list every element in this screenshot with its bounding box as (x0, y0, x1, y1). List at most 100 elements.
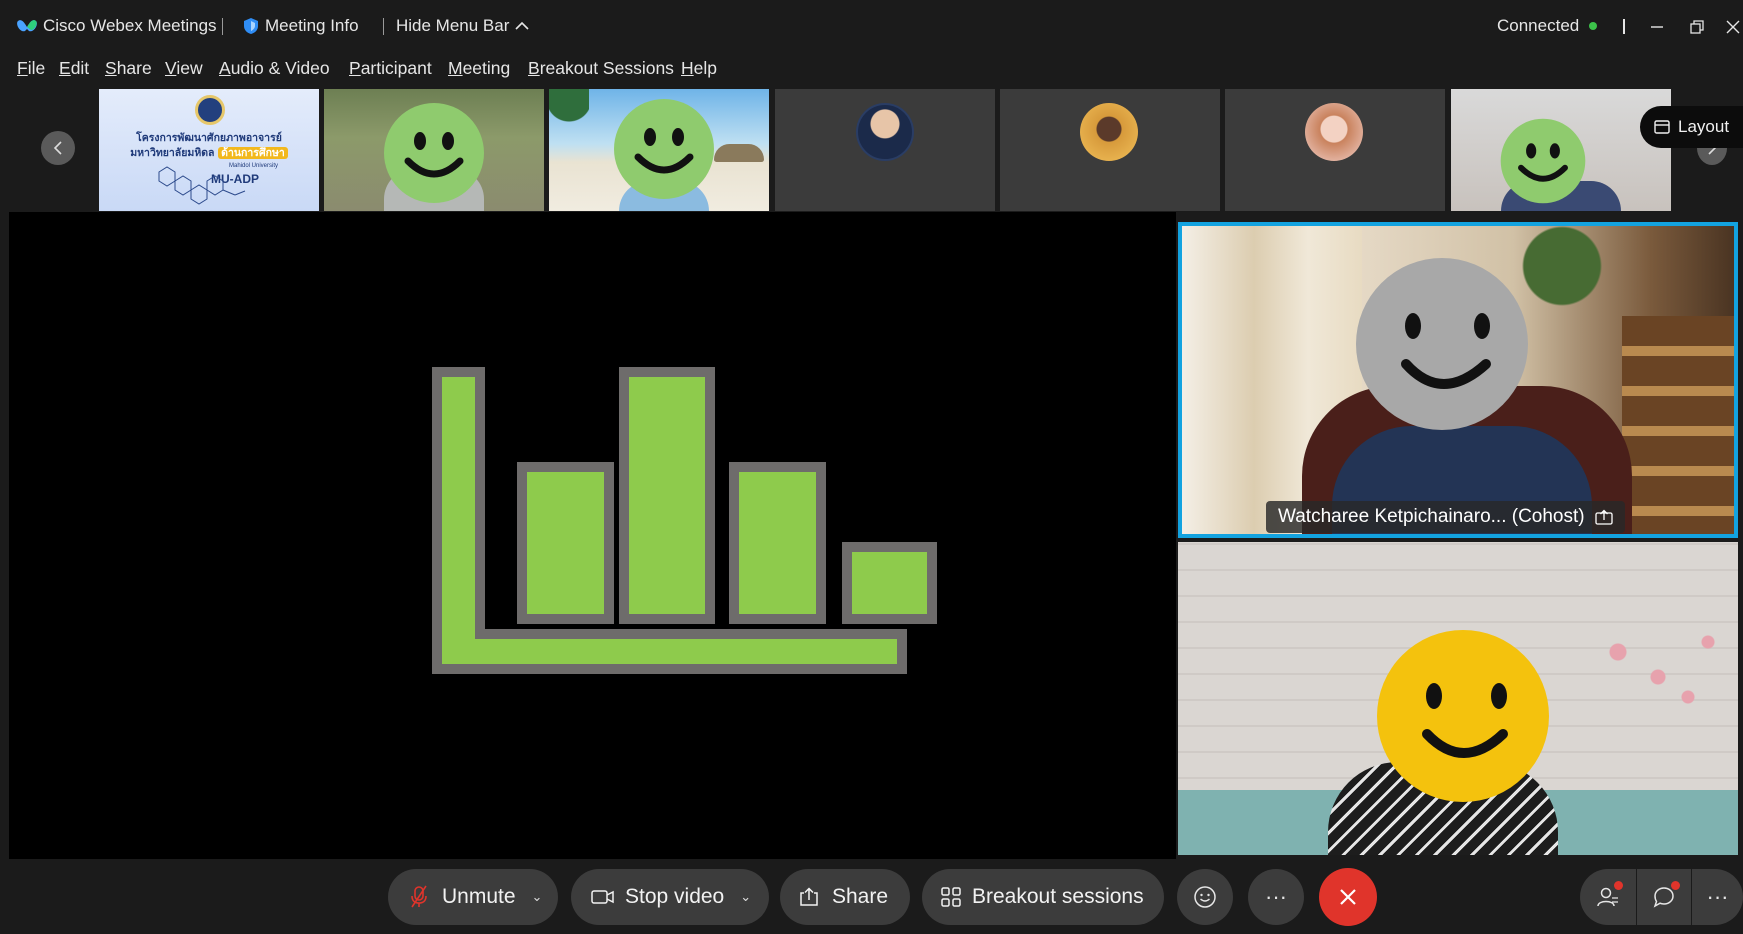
webex-app-title: Cisco Webex Meetings (16, 16, 217, 36)
menu-label: ile (27, 58, 46, 78)
breakout-sessions-button[interactable]: Breakout sessions (922, 869, 1164, 925)
menu-label: eeting (462, 58, 511, 78)
meeting-info-label: Meeting Info (265, 16, 359, 35)
university-seal-icon (195, 95, 225, 125)
menu-accel: E (59, 58, 71, 78)
panel-more-button[interactable]: ··· (1692, 869, 1743, 925)
thumb-participant-5[interactable] (1000, 89, 1220, 211)
green-smiley-icon (384, 103, 484, 203)
avatar (1080, 103, 1138, 161)
menu-file[interactable]: File (17, 58, 45, 79)
thumb-participant-7[interactable] (1451, 89, 1671, 211)
notification-dot-icon (1614, 881, 1623, 890)
title-bar: Cisco Webex Meetings Meeting Info Hide M… (0, 0, 1743, 52)
beach-umbrella-graphic (714, 144, 764, 162)
connection-status: Connected (1497, 16, 1598, 36)
webex-logo-icon (17, 20, 37, 32)
menu-participant[interactable]: Participant (349, 58, 432, 79)
thumb-participant-4[interactable] (775, 89, 995, 211)
menu-label: udio & Video (230, 58, 330, 78)
title-separator (1623, 19, 1625, 34)
restore-icon (1690, 20, 1704, 34)
menu-edit[interactable]: Edit (59, 58, 89, 79)
share-button[interactable]: Share (780, 869, 910, 925)
thumb-participant-2[interactable] (324, 89, 544, 211)
molecule-graphic (158, 166, 246, 205)
green-smiley-icon (1500, 118, 1586, 204)
hide-menu-bar-label: Hide Menu Bar (396, 16, 510, 35)
menu-label: reakout Sessions (539, 58, 674, 78)
chat-panel-button[interactable] (1637, 869, 1691, 925)
chevron-down-icon: ⌄ (531, 889, 543, 904)
active-speaker-video[interactable]: Watcharee Ketpichainaro... (Cohost) (1178, 222, 1738, 538)
connected-dot-icon (1589, 22, 1598, 30)
unmute-label: Unmute (442, 885, 516, 908)
breakout-icon (941, 887, 961, 907)
participant-video-2[interactable] (1178, 542, 1738, 855)
title-separator (383, 18, 384, 35)
menu-audio-video[interactable]: Audio & Video (219, 58, 330, 79)
layout-button[interactable]: Layout (1640, 106, 1743, 148)
strip-prev-button[interactable] (41, 131, 75, 165)
menu-accel: S (105, 58, 117, 78)
menu-accel: M (448, 58, 463, 78)
share-label: Share (832, 885, 889, 908)
menu-accel: P (349, 58, 361, 78)
thumb-shared-slide[interactable]: โครงการพัฒนาศักยภาพอาจารย์ มหาวิทยาลัยมห… (99, 89, 319, 211)
speaker-name: Watcharee Ketpichainaro... (Cohost) (1278, 506, 1585, 527)
audio-only-bars-icon (432, 367, 937, 674)
menu-view[interactable]: View (165, 58, 203, 79)
menu-accel: B (528, 58, 540, 78)
close-icon (1726, 20, 1740, 34)
menu-meeting[interactable]: Meeting (448, 58, 510, 79)
avatar (1305, 103, 1363, 161)
more-icon: ··· (1706, 884, 1729, 909)
menu-share[interactable]: Share (105, 58, 152, 79)
more-options-button[interactable]: ··· (1248, 869, 1304, 925)
chevron-up-icon (515, 21, 529, 30)
stop-video-label: Stop video (625, 885, 725, 908)
emoji-icon (1194, 886, 1216, 908)
menu-label: articipant (360, 58, 432, 78)
meeting-info-button[interactable]: Meeting Info (243, 16, 359, 36)
participants-panel-button[interactable] (1580, 869, 1636, 925)
video-camera-icon (591, 890, 614, 904)
notification-dot-icon (1671, 881, 1680, 890)
connection-status-label: Connected (1497, 16, 1580, 35)
unmute-button[interactable]: Unmute ⌄ (388, 869, 558, 925)
title-separator (222, 18, 223, 35)
green-smiley-icon (614, 99, 714, 199)
menu-accel: A (219, 58, 231, 78)
leave-meeting-button[interactable] (1319, 868, 1377, 926)
yellow-smiley-icon (1377, 630, 1549, 802)
palm-tree-graphic (549, 89, 589, 149)
speaker-name-card: Watcharee Ketpichainaro... (Cohost) (1266, 501, 1625, 533)
chevron-left-icon (53, 141, 62, 155)
cherry-blossom-decal (1578, 622, 1728, 722)
menu-bar: File Edit Share View Audio & Video Parti… (0, 52, 1743, 84)
close-icon (1340, 889, 1356, 905)
more-icon: ··· (1265, 884, 1287, 909)
menu-accel: H (681, 58, 694, 78)
share-icon (800, 887, 818, 906)
hide-menu-bar-button[interactable]: Hide Menu Bar (396, 16, 529, 36)
share-icon (1594, 509, 1613, 525)
stop-video-button[interactable]: Stop video ⌄ (571, 869, 769, 925)
thumb-participant-6[interactable] (1225, 89, 1445, 211)
menu-breakout-sessions[interactable]: Breakout Sessions (528, 58, 674, 79)
minimize-button[interactable] (1640, 10, 1674, 44)
minimize-icon (1651, 26, 1663, 28)
muted-mic-icon (411, 885, 427, 908)
reactions-button[interactable] (1177, 869, 1233, 925)
menu-label: iew (176, 58, 203, 78)
participant-strip: โครงการพัฒนาศักยภาพอาจารย์ มหาวิทยาลัยมห… (0, 84, 1743, 212)
menu-help[interactable]: Help (681, 58, 717, 79)
restore-button[interactable] (1680, 10, 1714, 44)
menu-label: elp (693, 58, 717, 78)
close-window-button[interactable] (1716, 10, 1743, 44)
bookshelf-background (1622, 316, 1734, 534)
menu-accel: V (165, 58, 177, 78)
avatar (856, 103, 914, 161)
chevron-down-icon: ⌄ (740, 889, 752, 904)
thumb-participant-3[interactable] (549, 89, 769, 211)
